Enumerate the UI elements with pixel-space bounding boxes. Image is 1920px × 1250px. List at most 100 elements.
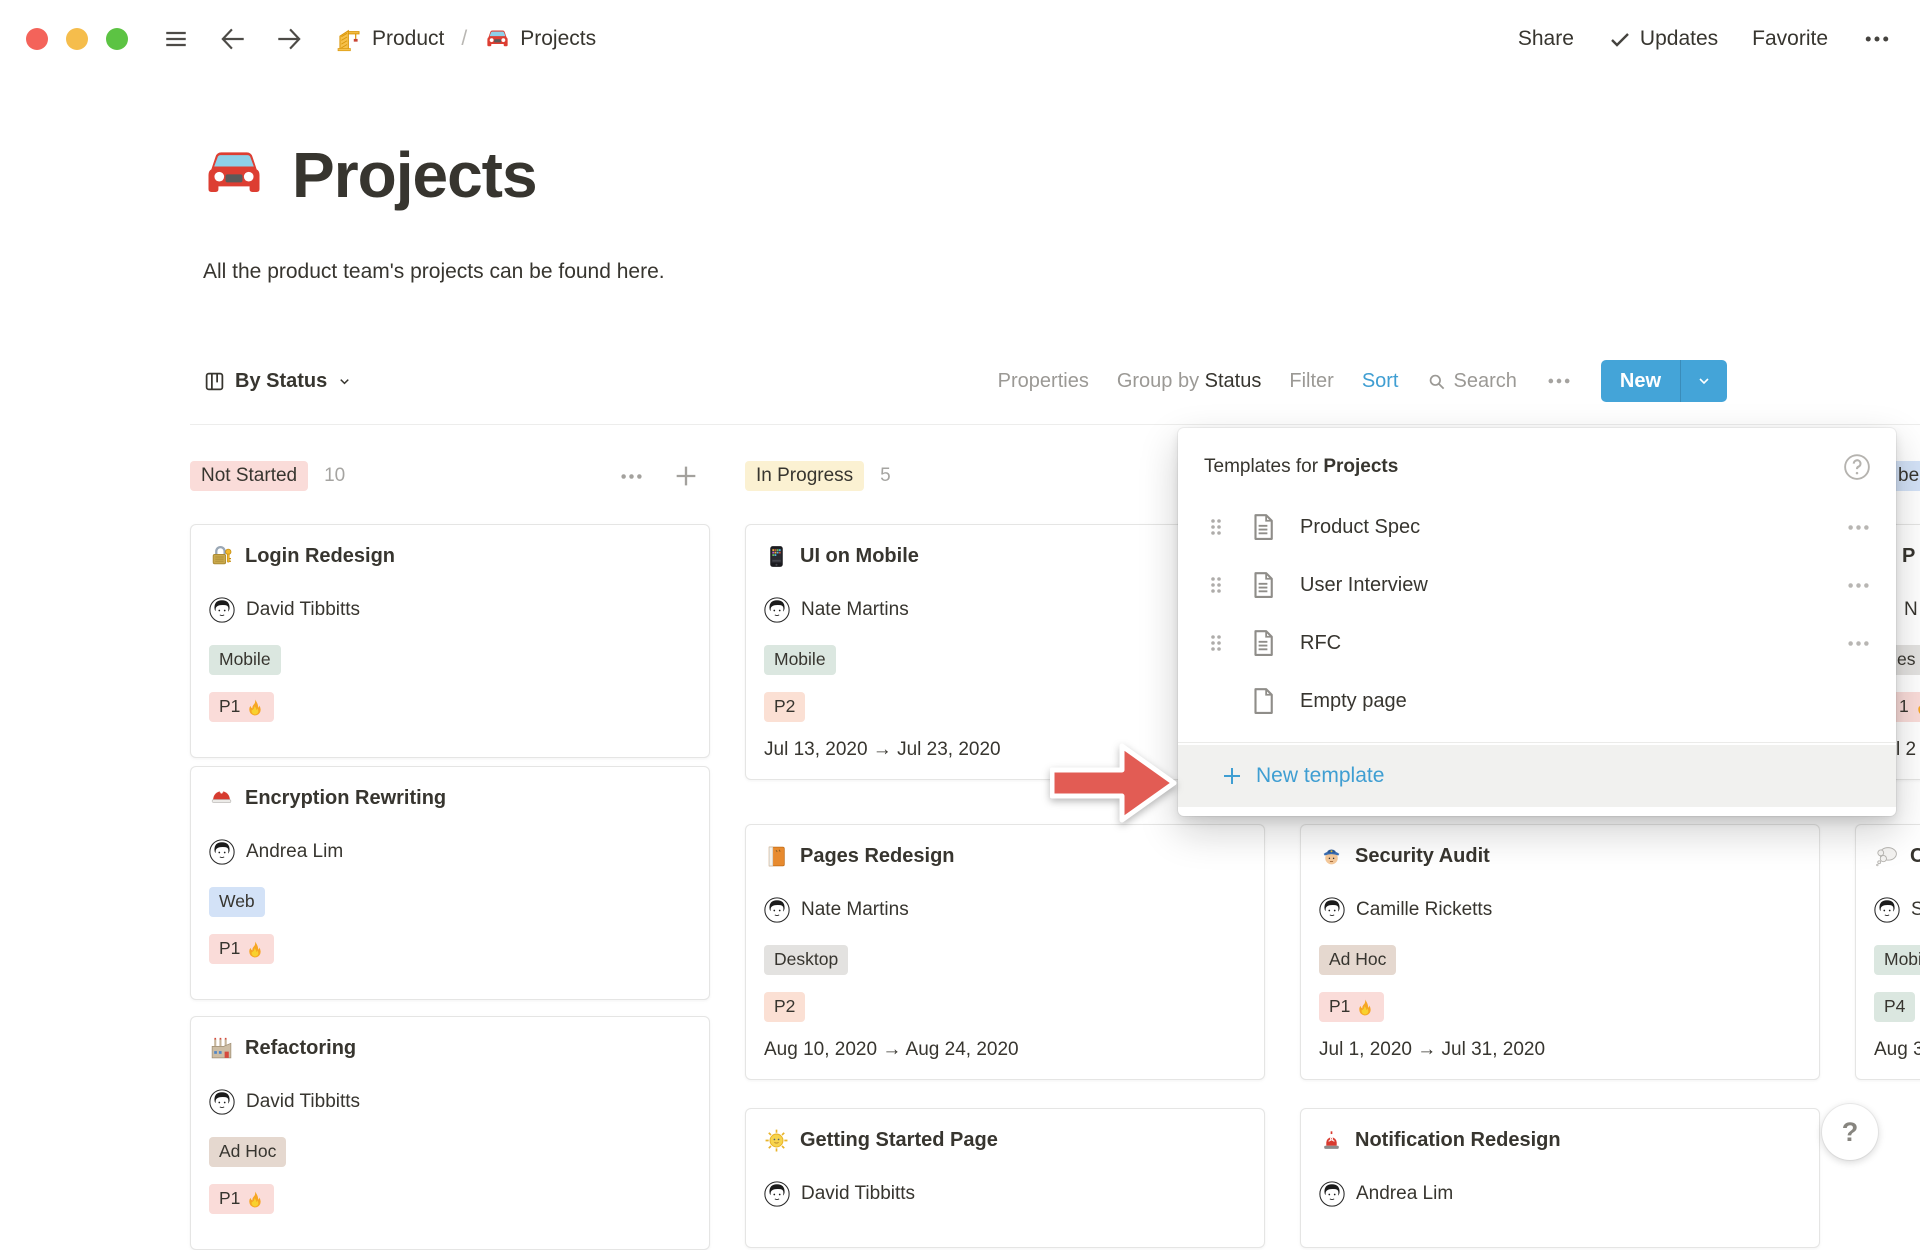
template-item-label: Empty page <box>1300 690 1407 713</box>
tag-label: es <box>1897 649 1915 671</box>
template-more-options-icon[interactable] <box>1845 514 1872 541</box>
priority-tag: P1 <box>209 934 274 964</box>
share-button[interactable]: Share <box>1518 27 1574 51</box>
search-button[interactable]: Search <box>1427 370 1517 393</box>
sun-icon <box>764 1128 789 1153</box>
page-description: All the product team's projects can be f… <box>203 260 665 284</box>
new-button-label[interactable]: New <box>1601 360 1680 402</box>
page-car-icon[interactable] <box>200 141 268 209</box>
column-header-in-progress: In Progress 5 <box>745 460 891 492</box>
card-clipped-right[interactable]: C S Mobile P4 Aug 3 <box>1855 824 1920 1080</box>
breadcrumb-projects[interactable]: Projects <box>520 27 596 51</box>
card-title: Getting Started Page <box>800 1129 998 1152</box>
template-item-empty-page[interactable]: Empty page <box>1178 672 1896 730</box>
card-notification-redesign[interactable]: Notification Redesign Andrea Lim <box>1300 1108 1820 1248</box>
card-title: Refactoring <box>245 1037 356 1060</box>
card-assignee: Andrea Lim <box>246 841 343 863</box>
properties-button[interactable]: Properties <box>998 370 1089 393</box>
card-security-audit[interactable]: Security Audit Camille Ricketts Ad Hoc P… <box>1300 824 1820 1080</box>
help-button[interactable]: ? <box>1822 1104 1878 1160</box>
tag-label: Web <box>219 891 255 913</box>
sidebar-menu-icon[interactable] <box>160 26 192 52</box>
card-assignee: David Tibbitts <box>801 1183 915 1205</box>
chevron-down-icon <box>1696 373 1712 389</box>
card-getting-started-page[interactable]: Getting Started Page David Tibbitts <box>745 1108 1265 1248</box>
plus-icon <box>1220 764 1244 788</box>
template-more-options-icon[interactable] <box>1845 630 1872 657</box>
card-assignee: David Tibbitts <box>246 1091 360 1113</box>
board-top-divider <box>190 424 1920 425</box>
group-by-button[interactable]: Group by Status <box>1117 370 1262 393</box>
card-pages-redesign[interactable]: Pages Redesign Nate Martins Desktop P2 A… <box>745 824 1265 1080</box>
new-button-dropdown[interactable] <box>1680 360 1727 402</box>
favorite-button[interactable]: Favorite <box>1752 27 1828 51</box>
template-item-product-spec[interactable]: Product Spec <box>1178 498 1896 556</box>
drag-handle-icon[interactable] <box>1204 573 1228 597</box>
platform-tag: Mobile <box>1874 945 1920 975</box>
view-selector[interactable]: By Status <box>204 370 352 393</box>
book-icon <box>764 844 789 869</box>
templates-title-name: Projects <box>1323 456 1398 477</box>
fire-icon <box>1915 698 1920 716</box>
column-header-not-started: Not Started 10 <box>190 460 345 492</box>
tag-label: Ad Hoc <box>219 1141 276 1163</box>
tag-label: Ad Hoc <box>1329 949 1386 971</box>
card-dates: Aug 10, 2020 → Aug 24, 2020 <box>764 1039 1246 1061</box>
minimize-window-button[interactable] <box>66 28 88 50</box>
new-template-button[interactable]: New template <box>1178 745 1896 807</box>
breadcrumb-product[interactable]: Product <box>372 27 444 51</box>
new-button[interactable]: New <box>1601 360 1727 402</box>
template-item-user-interview[interactable]: User Interview <box>1178 556 1896 614</box>
avatar <box>1319 897 1345 923</box>
avatar <box>1874 897 1900 923</box>
avatar <box>764 597 790 623</box>
page-title: Projects <box>292 138 537 212</box>
status-badge[interactable]: Not Started <box>190 461 308 492</box>
zoom-window-button[interactable] <box>106 28 128 50</box>
template-item-rfc[interactable]: RFC <box>1178 614 1896 672</box>
fire-icon <box>246 698 264 716</box>
drag-handle-icon[interactable] <box>1204 515 1228 539</box>
help-circle-icon[interactable] <box>1842 452 1872 482</box>
column-count: 5 <box>880 465 891 487</box>
tag-label: P4 <box>1884 996 1905 1018</box>
platform-tag: Mobile <box>209 645 281 675</box>
status-badge[interactable]: In Progress <box>745 461 864 492</box>
column-more-options-icon[interactable] <box>618 463 645 490</box>
menu-divider <box>1178 742 1896 743</box>
templates-dropdown: Templates for Projects Product Spec User… <box>1178 428 1896 816</box>
blank-page-icon <box>1248 686 1278 716</box>
search-icon <box>1427 372 1446 391</box>
card-assignee: David Tibbitts <box>246 599 360 621</box>
more-options-icon[interactable] <box>1862 24 1892 54</box>
forward-arrow-icon[interactable] <box>274 24 304 54</box>
tag-label: P1 <box>219 938 240 960</box>
platform-tag: Desktop <box>764 945 848 975</box>
group-by-value: Status <box>1205 370 1262 392</box>
close-window-button[interactable] <box>26 28 48 50</box>
breadcrumb: Product / Projects <box>336 26 596 53</box>
check-icon <box>1608 27 1632 51</box>
card-refactoring[interactable]: Refactoring David Tibbitts Ad Hoc P1 <box>190 1016 710 1250</box>
sort-button[interactable]: Sort <box>1362 370 1399 393</box>
template-item-label: User Interview <box>1300 574 1428 597</box>
document-icon <box>1248 628 1278 658</box>
card-title-fragment: P <box>1902 541 1920 571</box>
updates-button[interactable]: Updates <box>1608 27 1718 51</box>
template-more-options-icon[interactable] <box>1845 572 1872 599</box>
card-encryption-rewriting[interactable]: Encryption Rewriting Andrea Lim Web P1 <box>190 766 710 1000</box>
lock-icon <box>209 544 234 569</box>
back-arrow-icon[interactable] <box>218 24 248 54</box>
card-dates-fragment: Aug 3 <box>1874 1039 1920 1061</box>
column-add-card-icon[interactable] <box>672 462 700 490</box>
window-controls-nav: Product / Projects <box>26 18 596 60</box>
fire-icon <box>246 940 264 958</box>
phone-icon <box>764 544 789 569</box>
topbar-actions: Share Updates Favorite <box>1518 18 1892 60</box>
card-login-redesign[interactable]: Login Redesign David Tibbitts Mobile P1 <box>190 524 710 758</box>
card-assignee: Nate Martins <box>801 599 909 621</box>
drag-handle-icon[interactable] <box>1204 631 1228 655</box>
card-title: Notification Redesign <box>1355 1129 1561 1152</box>
view-more-options-icon[interactable] <box>1545 367 1573 395</box>
filter-button[interactable]: Filter <box>1289 370 1333 393</box>
